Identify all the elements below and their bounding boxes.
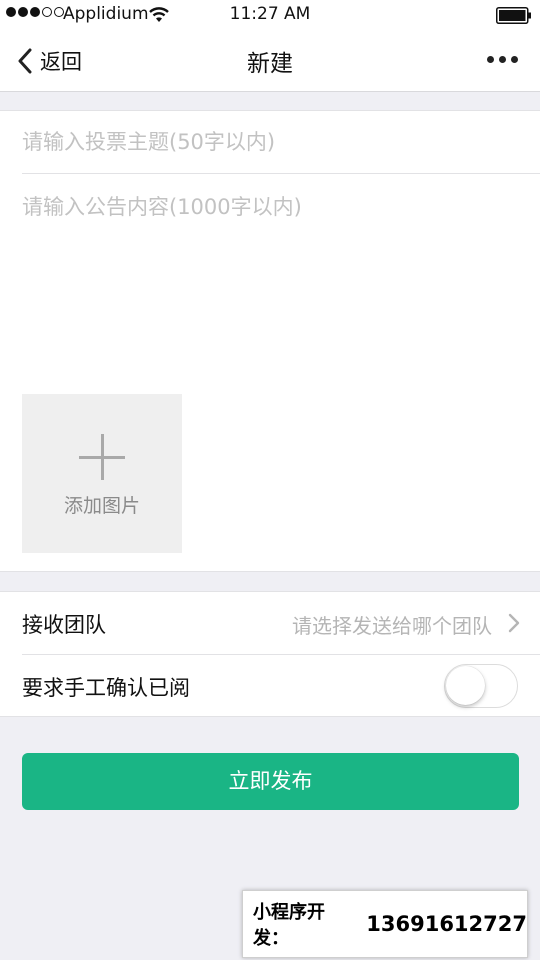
contact-label: 小程序开发：	[253, 902, 325, 949]
toggle-knob	[446, 666, 485, 705]
page-title: 新建	[247, 51, 293, 77]
status-bar: Applidium 11:27 AM	[0, 0, 540, 30]
confirm-read-toggle[interactable]	[444, 664, 518, 708]
announcement-form: 添加图片	[0, 110, 540, 572]
navigation-bar: 返回 新建	[0, 30, 540, 92]
confirm-read-row: 要求手工确认已阅	[0, 655, 540, 717]
title-input[interactable]	[22, 111, 540, 173]
content-input[interactable]	[22, 191, 522, 381]
settings-list: 接收团队 请选择发送给哪个团队 要求手工确认已阅	[0, 591, 540, 717]
chevron-right-icon	[508, 613, 520, 633]
add-image-button[interactable]: 添加图片	[22, 394, 182, 553]
more-icon[interactable]	[487, 56, 518, 63]
receive-team-label: 接收团队	[22, 613, 106, 637]
divider	[22, 173, 540, 174]
receive-team-value: 请选择发送给哪个团队	[292, 614, 492, 638]
confirm-read-label: 要求手工确认已阅	[22, 676, 190, 700]
receive-team-row[interactable]: 接收团队 请选择发送给哪个团队	[0, 592, 540, 655]
add-image-label: 添加图片	[63, 495, 140, 517]
status-time: 11:27 AM	[229, 4, 311, 24]
new-announcement-screen: Applidium 11:27 AM 返回 新建 请输入投票主题(50字以内) …	[0, 0, 540, 960]
contact-badge: 小程序开发： 13691612727	[242, 890, 528, 958]
publish-button[interactable]: 立即发布	[22, 753, 519, 810]
contact-phone: 13691612727	[366, 912, 527, 936]
battery-icon	[496, 7, 531, 24]
